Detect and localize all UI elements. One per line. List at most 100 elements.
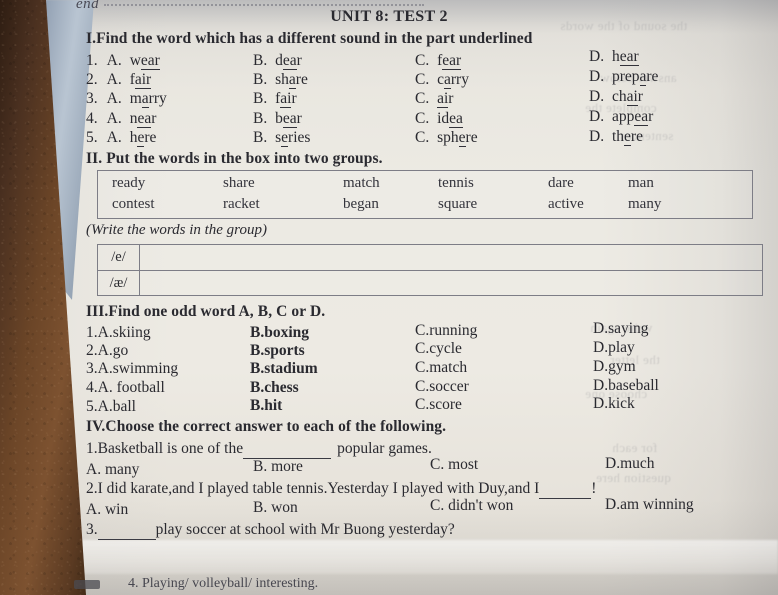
word-bank-item: racket	[223, 196, 260, 212]
option-b: B. more	[253, 458, 303, 475]
question-number: 5.	[86, 398, 98, 415]
word-bank-item: square	[438, 196, 478, 212]
section-3-question-row: 2.A.go	[86, 342, 128, 360]
question-number: 1.	[86, 324, 98, 341]
answer-cell-e[interactable]	[140, 245, 762, 270]
option-word: there	[611, 128, 643, 146]
option-word: appear	[611, 108, 654, 126]
option-b: B.stadium	[250, 360, 318, 377]
word-bank-item: share	[223, 175, 255, 191]
option-c: C.running	[415, 322, 478, 339]
answer-blank[interactable]	[539, 480, 592, 499]
word-bank-item: began	[343, 196, 379, 212]
option-letter: D.	[589, 48, 605, 65]
option-word: here	[129, 129, 157, 147]
option-letter: A.	[106, 129, 122, 146]
word-bank-item: dare	[548, 175, 574, 191]
answer-blank[interactable]	[243, 440, 332, 459]
question-stem-end: !	[591, 480, 597, 497]
option-d: D.kick	[593, 395, 635, 412]
option-letter: C.	[415, 52, 430, 69]
section-3-question-row: 3.A.swimming	[86, 360, 178, 378]
option-word: wear	[129, 52, 160, 70]
option-letter: D.	[589, 108, 605, 125]
option-a: A. win	[86, 501, 129, 518]
option-word: prepare	[611, 68, 659, 86]
option-word: dear	[275, 52, 302, 70]
option-c: C.score	[415, 396, 462, 413]
option-c: C. didn't won	[430, 497, 514, 514]
option-word: marry	[129, 90, 167, 108]
option-a: A. football	[97, 379, 165, 396]
option-letter: B.	[253, 129, 268, 146]
section-4-question-row: 2.I did karate,and I played table tennis…	[86, 480, 596, 499]
word-bank-item: active	[548, 196, 584, 212]
option-b: B. dear	[253, 52, 302, 70]
option-word: series	[275, 129, 311, 147]
section-3-question-row: 4.A. football	[86, 379, 165, 397]
section-1-heading: I.Find the word which has a different so…	[86, 30, 533, 47]
ipa-symbol-ae: /æ/	[98, 271, 140, 296]
section-2-heading: II. Put the words in the box into two gr…	[86, 150, 383, 167]
dotted-answer-line	[104, 4, 424, 6]
option-b: B.boxing	[250, 324, 310, 341]
word-bank-item: match	[343, 175, 380, 191]
option-word: sphere	[437, 129, 478, 147]
option-word: carry	[437, 71, 469, 89]
option-word: fair	[129, 71, 152, 89]
question-stem: I did karate,and I played table tennis.Y…	[97, 480, 540, 497]
option-word: bear	[275, 110, 302, 128]
option-c: C. fear	[415, 52, 462, 70]
option-letter: B.	[253, 52, 268, 69]
option-c: C. sphere	[415, 129, 478, 147]
option-letter: A.	[106, 71, 122, 88]
option-a: A.skiing	[97, 324, 151, 341]
scanned-worksheet-photo: the sound of the words answer below comp…	[0, 0, 778, 595]
option-letter: B.	[253, 71, 268, 88]
option-d: D.gym	[593, 358, 636, 375]
answer-blank[interactable]	[97, 521, 156, 540]
option-c: C. idea	[415, 110, 463, 128]
option-d: D.saying	[593, 320, 649, 337]
question-number: 4.	[86, 110, 98, 127]
option-word: air	[437, 90, 454, 108]
table-row: /æ/	[98, 270, 762, 296]
question-number: 3.	[86, 90, 98, 107]
option-word: near	[129, 110, 157, 128]
option-a: A.go	[97, 342, 129, 359]
question-number: 2.	[86, 480, 98, 497]
option-letter: B.	[253, 90, 268, 107]
option-letter: A.	[106, 52, 122, 69]
section-1-question-row: 5. A. here	[86, 129, 156, 147]
section-4-question-row: 1.Basketball is one of the popular games…	[86, 440, 432, 459]
option-d: D. chair	[589, 88, 643, 106]
option-letter: D.	[589, 128, 605, 145]
option-word: share	[275, 71, 308, 89]
page-title: UNIT 8: TEST 2	[330, 8, 448, 25]
option-a: A.ball	[97, 398, 136, 415]
word-bank-box: ready share match tennis dare man contes…	[97, 170, 753, 219]
option-letter: C.	[415, 129, 430, 146]
word-bank-item: tennis	[438, 175, 474, 191]
section-1-question-row: 2. A. fair	[86, 71, 152, 89]
section-2-instruction: (Write the words in the group)	[86, 222, 267, 238]
section-3-question-row: 5.A.ball	[86, 398, 136, 416]
question-number: 2.	[86, 71, 98, 88]
option-letter: A.	[106, 110, 122, 127]
option-d: D.play	[593, 339, 635, 356]
option-c: C.match	[415, 359, 468, 376]
option-d: D.baseball	[593, 377, 659, 394]
option-letter: C.	[415, 71, 430, 88]
option-a: A. many	[86, 461, 140, 478]
question-number: 2.	[86, 342, 98, 359]
answer-cell-ae[interactable]	[140, 271, 762, 296]
option-letter: C.	[415, 90, 430, 107]
cut-off-bottom-text: 4. Playing/ volleyball/ interesting.	[128, 576, 319, 591]
word-bank-item: ready	[112, 175, 146, 191]
section-1-question-row: 3. A. marry	[86, 90, 167, 108]
question-number: 5.	[86, 129, 98, 146]
option-word: idea	[437, 110, 463, 128]
section-4-heading: IV.Choose the correct answer to each of …	[86, 418, 447, 435]
question-number: 1.	[86, 440, 98, 457]
option-letter: A.	[106, 90, 122, 107]
